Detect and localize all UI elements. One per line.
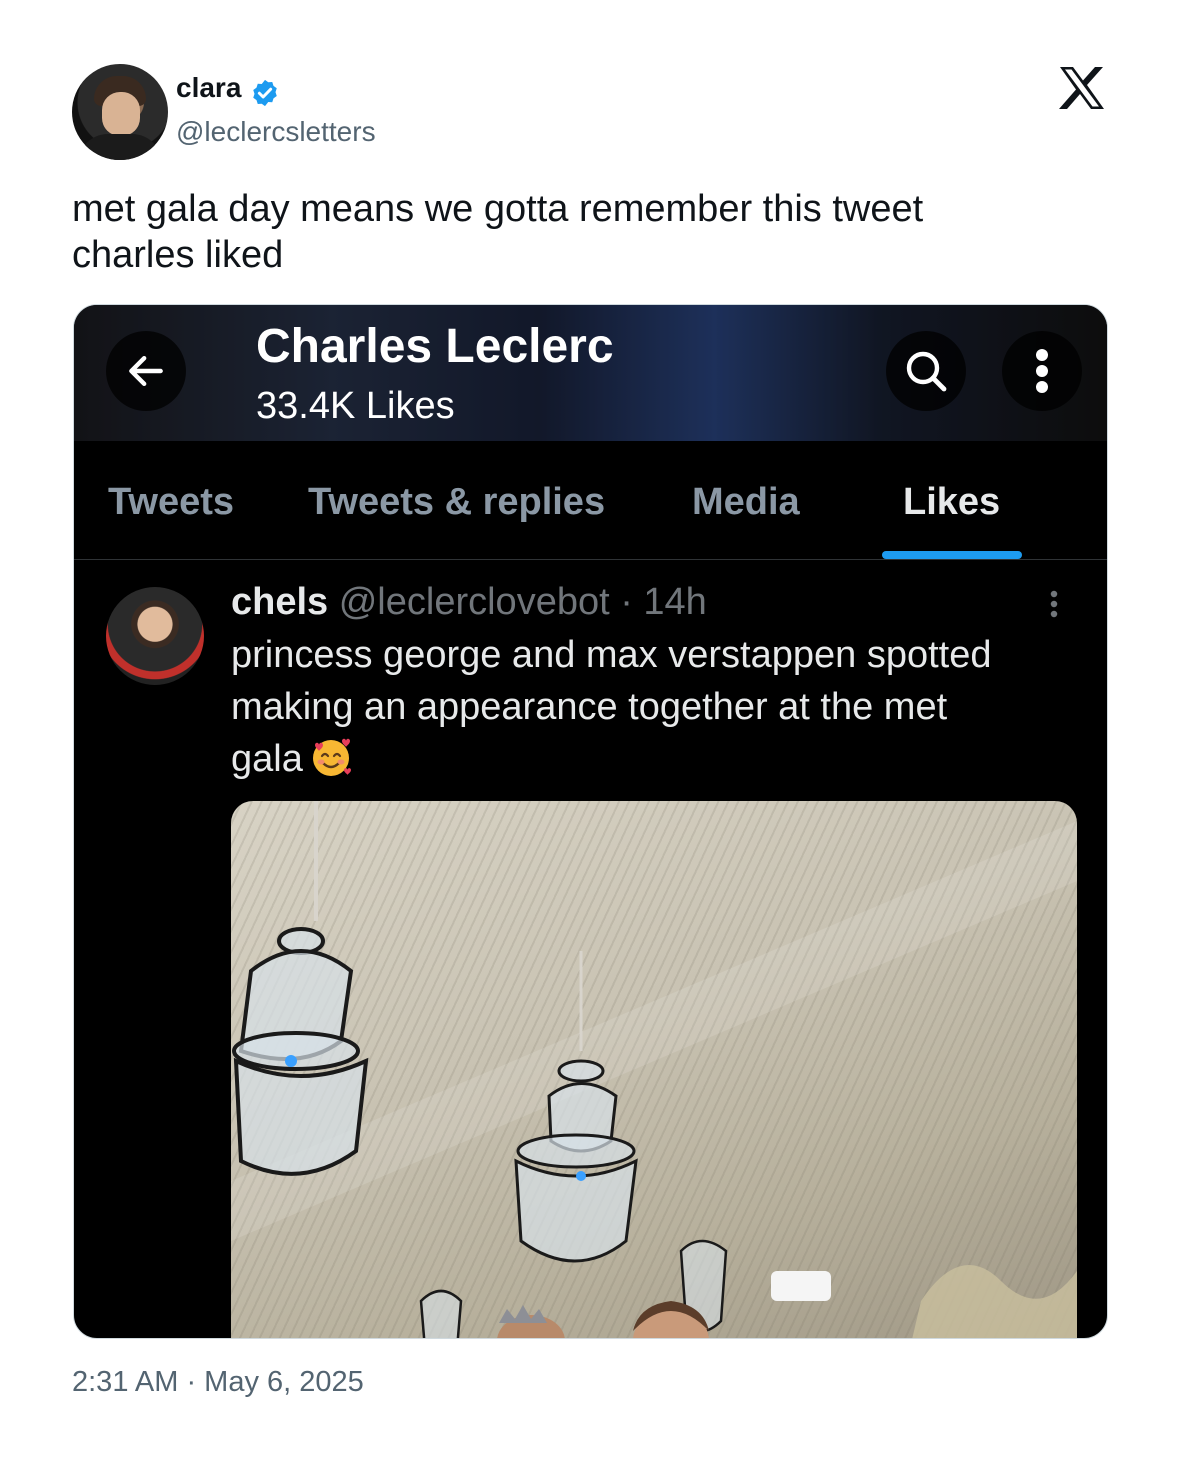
liked-tweet-user: chels @leclerclovebot · 14h [231, 581, 707, 624]
author-avatar[interactable] [72, 64, 168, 160]
avatar-face [102, 92, 140, 136]
likes-count: 33.4K Likes [256, 385, 455, 427]
liked-tweet-text: princess george and max verstappen spott… [231, 629, 1091, 785]
tweet-text-line: charles liked [72, 234, 284, 276]
search-icon [906, 351, 947, 392]
tweet-timestamp[interactable]: 2:31 AM · May 6, 2025 [72, 1366, 364, 1399]
profile-tabs: Tweets Tweets & replies Media Likes [74, 441, 1107, 560]
attached-screenshot[interactable]: Charles Leclerc 33.4K Likes Tweets Tweet… [73, 304, 1108, 1339]
back-arrow-icon [129, 355, 163, 387]
tab-media[interactable]: Media [692, 481, 800, 524]
tweet-text-line: met gala day means we gotta remember thi… [72, 188, 924, 230]
active-tab-indicator [882, 551, 1022, 559]
back-button[interactable] [106, 331, 186, 411]
liked-tweet-avatar[interactable] [106, 587, 204, 685]
liked-tweet-text-last: gala [231, 738, 303, 780]
verified-badge-icon [253, 79, 277, 107]
smiling-face-with-hearts-icon [312, 738, 351, 776]
liked-tweet-name[interactable]: chels [231, 581, 328, 623]
tab-tweets[interactable]: Tweets [108, 481, 234, 524]
author-display-name[interactable]: clara [176, 72, 241, 104]
x-logo-icon[interactable] [1058, 66, 1106, 110]
photo-illustration [231, 801, 1077, 1338]
liked-tweet-text-line: gala [231, 733, 1091, 785]
tweet-text: met gala day means we gotta remember thi… [72, 186, 1072, 278]
profile-name: Charles Leclerc [256, 320, 614, 373]
chandelier-ceiling-photo[interactable] [231, 801, 1077, 1338]
liked-tweet-text-line: princess george and max verstappen spott… [231, 634, 992, 676]
more-options-button[interactable] [1002, 331, 1082, 411]
author-handle[interactable]: @leclercsletters [176, 116, 376, 148]
tab-likes[interactable]: Likes [903, 481, 1000, 524]
liked-tweet-text-line: making an appearance together at the met [231, 686, 948, 728]
avatar-body [78, 134, 162, 160]
tab-tweets-replies[interactable]: Tweets & replies [308, 481, 605, 524]
more-vertical-icon[interactable] [1048, 589, 1060, 619]
liked-tweet-meta: @leclerclovebot · 14h [328, 581, 707, 623]
more-vertical-icon [1036, 349, 1048, 393]
search-button[interactable] [886, 331, 966, 411]
